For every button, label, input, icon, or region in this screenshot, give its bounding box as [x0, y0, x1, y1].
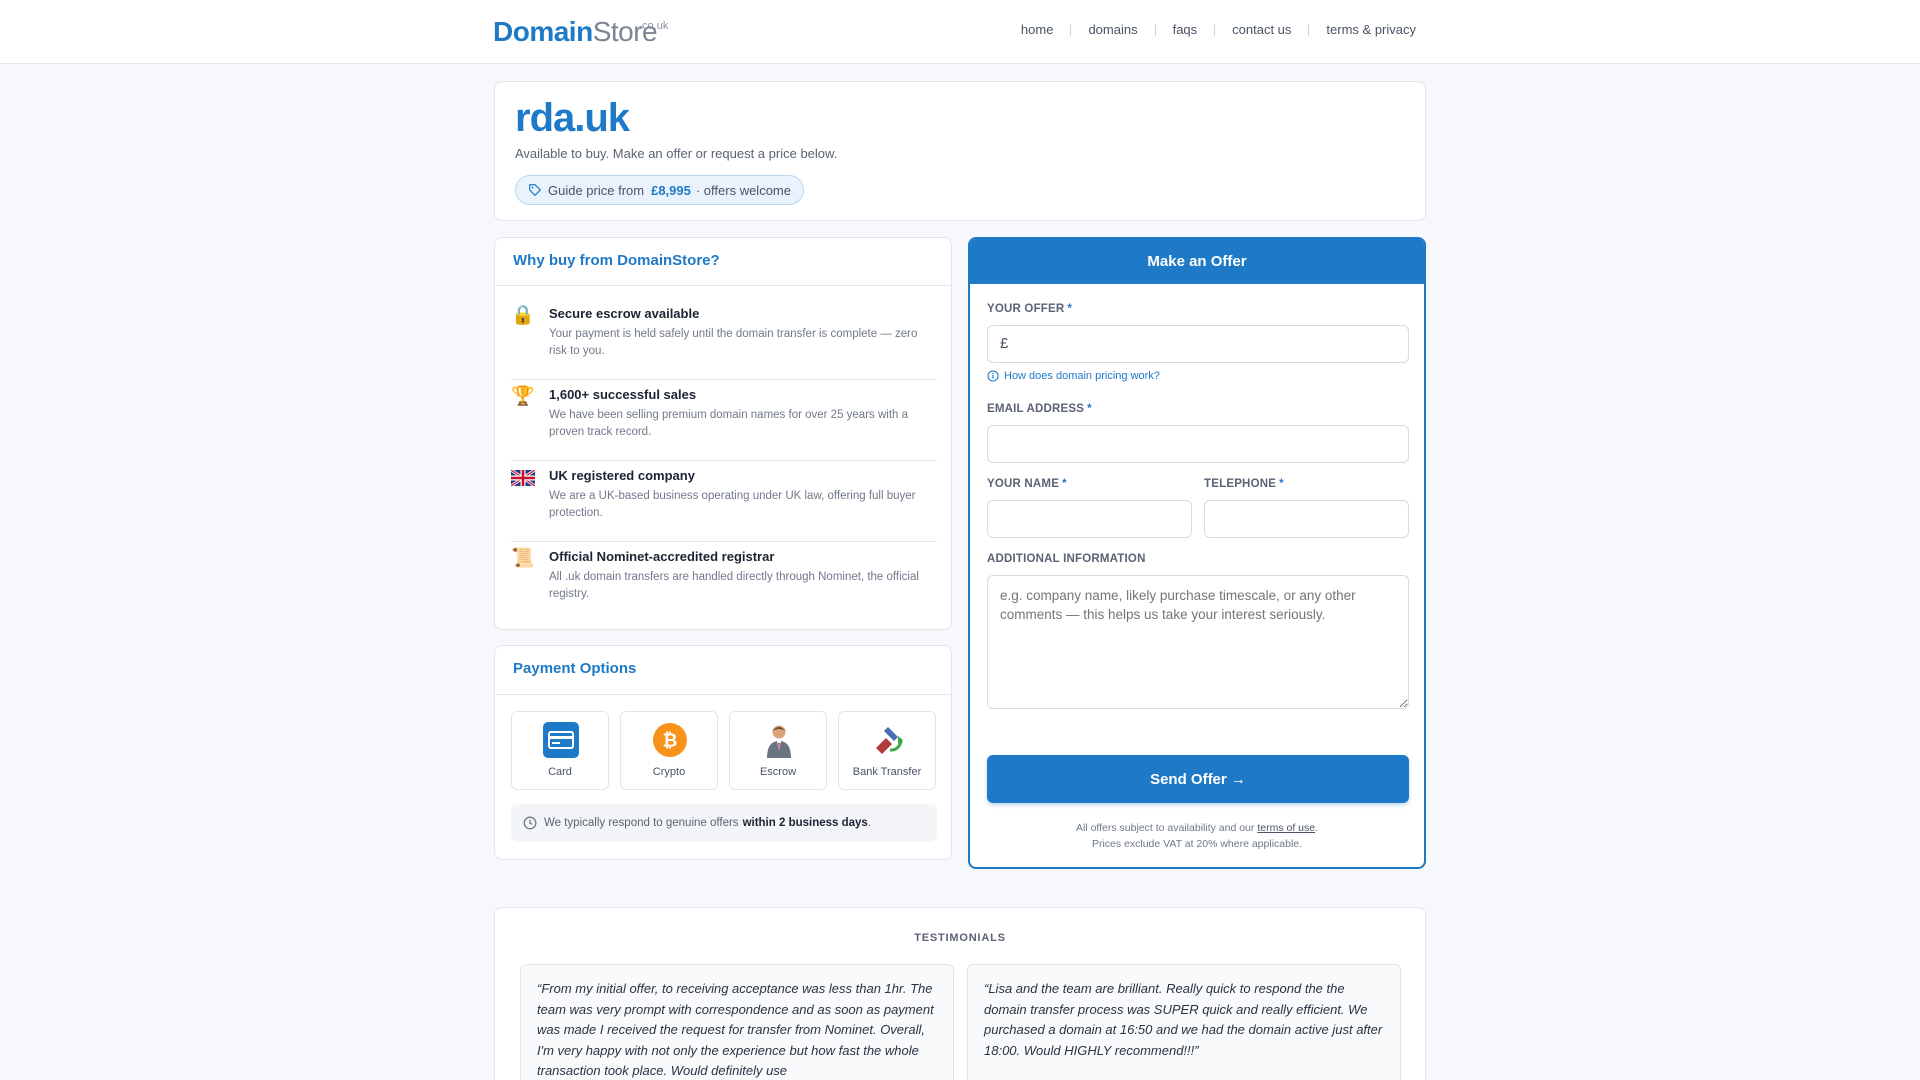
feature-item-sales: 🏆 1,600+ successful sales We have been s…: [511, 381, 937, 461]
top-navigation-bar: DomainStore .co.uk home domains faqs con…: [0, 0, 1920, 64]
info-icon: [987, 370, 999, 382]
nav-divider: [1070, 23, 1072, 36]
email-input[interactable]: [987, 425, 1409, 463]
card-icon: [543, 722, 579, 758]
nav-terms-privacy[interactable]: terms & privacy: [1326, 22, 1416, 37]
domain-name-title: rda.uk: [515, 96, 630, 140]
feature-title: 1,600+ successful sales: [549, 387, 697, 402]
telephone-field-label: TELEPHONE *: [1204, 478, 1284, 490]
escrow-person-icon: [767, 725, 791, 758]
pricing-help-text: How does domain pricing work?: [1004, 370, 1160, 382]
send-offer-button[interactable]: Send Offer →: [987, 755, 1409, 803]
telephone-label-text: TELEPHONE: [1204, 478, 1277, 490]
response-note-end: .: [867, 817, 872, 829]
make-offer-form: Make an Offer YOUR OFFER * £ How does dom…: [968, 237, 1426, 869]
payment-option-escrow[interactable]: Escrow: [729, 711, 827, 790]
vat-note-text: Prices exclude VAT at 20% where applicab…: [1091, 838, 1303, 850]
offers-welcome-text: · offers welcome: [695, 182, 791, 198]
feature-description: We have been selling premium domain name…: [549, 409, 909, 438]
nav-contact-us[interactable]: contact us: [1232, 22, 1291, 37]
nav-divider: [1214, 23, 1216, 36]
scroll-icon: 📜: [511, 548, 535, 569]
make-offer-title: Make an Offer: [970, 239, 1424, 284]
feature-description: Your payment is held safely until the do…: [549, 328, 918, 357]
payment-option-bank-transfer[interactable]: Bank Transfer: [838, 711, 936, 790]
testimonials-heading: TESTIMONIALS: [914, 932, 1006, 944]
payment-options-title: Payment Options: [513, 660, 637, 677]
payment-option-card[interactable]: Card: [511, 711, 609, 790]
logo-tld: .co.uk: [639, 20, 669, 32]
feature-title: Secure escrow available: [549, 306, 700, 321]
guide-price-badge: Guide price from £8,995 · offers welcome: [515, 175, 804, 205]
feature-item-uk-company: UK registered company We are a UK-based …: [510, 462, 937, 542]
trophy-icon: 🏆: [511, 386, 535, 407]
divider: [495, 285, 951, 286]
name-input[interactable]: [987, 500, 1192, 538]
payment-option-label: Crypto: [652, 766, 686, 778]
testimonial-quote: “Lisa and the team are brilliant. Really…: [967, 964, 1401, 1080]
divider: [495, 694, 951, 695]
domainstore-logo[interactable]: DomainStore .co.uk: [493, 14, 668, 50]
telephone-input[interactable]: [1204, 500, 1409, 538]
nav-faqs[interactable]: faqs: [1173, 22, 1198, 37]
bitcoin-icon: ₿: [653, 723, 687, 757]
nav-home[interactable]: home: [1021, 22, 1054, 37]
offer-terms-note: All offers subject to availability and o…: [970, 820, 1424, 852]
domain-hero-card: rda.uk Available to buy. Make an offer o…: [494, 81, 1426, 221]
response-note-emphasis: within 2 business days: [742, 817, 868, 829]
payment-option-label: Escrow: [759, 766, 797, 778]
why-buy-title: Why buy from DomainStore?: [513, 252, 720, 269]
response-time-note: We typically respond to genuine offers w…: [511, 804, 937, 842]
payment-option-label: Card: [548, 766, 572, 778]
feature-item-escrow: 🔒 Secure escrow available Your payment i…: [511, 300, 937, 380]
terms-note-text: All offers subject to availability and o…: [1075, 822, 1255, 834]
guide-price-label: Guide price from: [548, 182, 645, 198]
pricing-help-link[interactable]: How does domain pricing work?: [987, 370, 1160, 382]
why-buy-card: Why buy from DomainStore? 🔒 Secure escro…: [494, 237, 952, 630]
feature-title: Official Nominet-accredited registrar: [549, 549, 775, 564]
additional-info-label: ADDITIONAL INFORMATION: [987, 553, 1146, 565]
offer-label-text: YOUR OFFER: [987, 303, 1065, 315]
required-asterisk: *: [1087, 403, 1092, 415]
required-asterisk: *: [1279, 478, 1284, 490]
nav-domains[interactable]: domains: [1088, 22, 1137, 37]
offer-field-label: YOUR OFFER *: [987, 303, 1072, 315]
main-nav: home domains faqs contact us terms & pri…: [1021, 22, 1416, 37]
name-label-text: YOUR NAME: [987, 478, 1060, 490]
logo-text-domain: Domain: [493, 16, 593, 47]
price-tag-icon: [529, 184, 542, 197]
feature-description: All .uk domain transfers are handled dir…: [549, 571, 919, 600]
payment-option-label: Bank Transfer: [852, 766, 922, 778]
feature-title: UK registered company: [549, 468, 695, 483]
guide-price-value: £8,995: [651, 182, 691, 198]
terms-note-end: .: [1315, 822, 1319, 834]
nav-divider: [1154, 23, 1156, 36]
email-label-text: EMAIL ADDRESS: [987, 403, 1085, 415]
additional-info-textarea[interactable]: [987, 575, 1409, 709]
bank-transfer-icon: [876, 727, 903, 754]
payment-options-card: Payment Options Card ₿ Crypto Escrow Ban…: [494, 645, 952, 860]
response-note-text: We typically respond to genuine offers: [544, 817, 739, 829]
feature-description: We are a UK-based business operating und…: [549, 490, 916, 519]
lock-icon: 🔒: [511, 305, 535, 326]
testimonials-section: TESTIMONIALS “From my initial offer, to …: [494, 907, 1426, 1080]
nav-divider: [1308, 23, 1310, 36]
payment-option-crypto[interactable]: ₿ Crypto: [620, 711, 718, 790]
name-field-label: YOUR NAME *: [987, 478, 1067, 490]
testimonial-quote: “From my initial offer, to receiving acc…: [520, 964, 954, 1080]
currency-symbol: £: [1000, 335, 1009, 352]
uk-flag-icon: [510, 466, 536, 490]
required-asterisk: *: [1062, 478, 1067, 490]
svg-text:₿: ₿: [663, 731, 678, 752]
required-asterisk: *: [1067, 303, 1073, 315]
terms-of-use-link[interactable]: terms of use: [1257, 822, 1315, 834]
offer-amount-input[interactable]: [987, 325, 1409, 363]
email-field-label: EMAIL ADDRESS *: [987, 403, 1092, 415]
feature-item-nominet: 📜 Official Nominet-accredited registrar …: [511, 543, 937, 623]
clock-icon: [523, 816, 537, 830]
availability-text: Available to buy. Make an offer or reque…: [515, 146, 838, 161]
